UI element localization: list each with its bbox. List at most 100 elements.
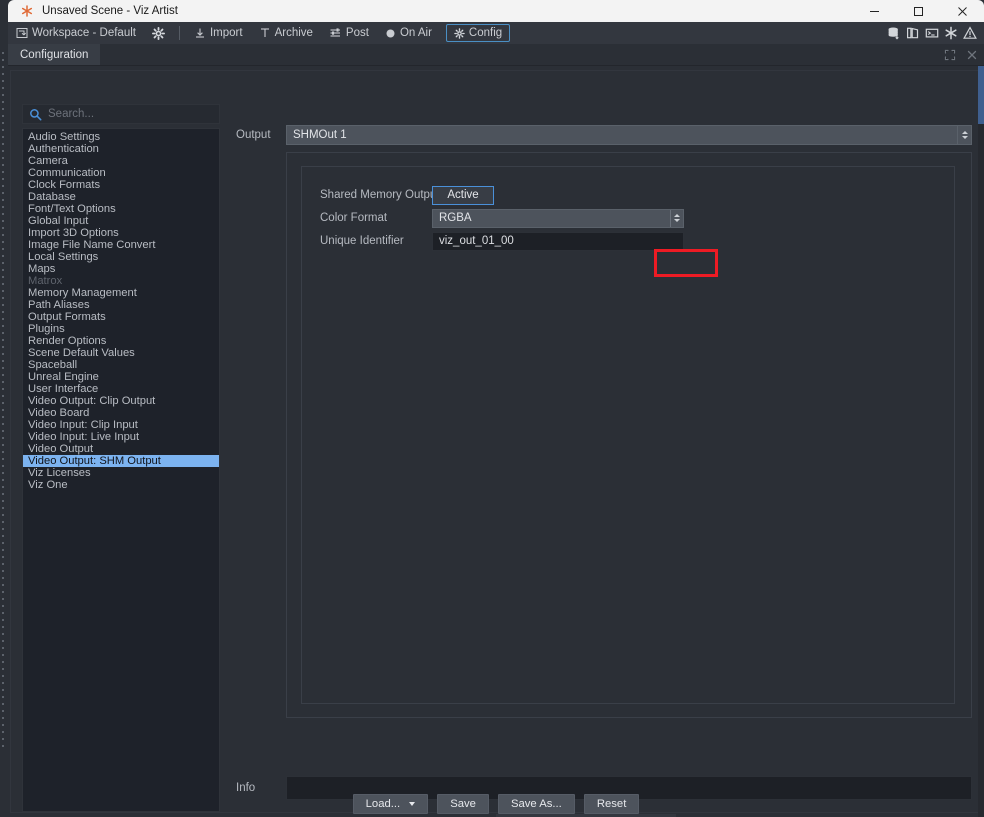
sidebar-item-unreal-engine[interactable]: Unreal Engine <box>23 371 219 383</box>
close-icon[interactable] <box>940 0 984 22</box>
sidebar-item-label: Database <box>28 191 76 203</box>
output-selector-row: Output SHMOut 1 <box>236 124 972 146</box>
search-input[interactable]: Search... <box>22 104 220 124</box>
expand-icon[interactable] <box>942 47 958 63</box>
reset-button[interactable]: Reset <box>584 794 640 814</box>
archive-button[interactable]: Archive <box>251 22 321 44</box>
sidebar-item-label: Unreal Engine <box>28 371 99 383</box>
config-label: Config <box>469 27 502 39</box>
sidebar-item-video-output-clip-output[interactable]: Video Output: Clip Output <box>23 395 219 407</box>
sidebar-item-database[interactable]: Database <box>23 191 219 203</box>
sidebar-item-clock-formats[interactable]: Clock Formats <box>23 179 219 191</box>
sidebar-item-label: Matrox <box>28 275 62 287</box>
sidebar-item-label: Viz One <box>28 479 68 491</box>
sidebar-item-local-settings[interactable]: Local Settings <box>23 251 219 263</box>
color-format-row: Color Format RGBA <box>320 208 684 228</box>
shared-memory-output-row: Shared Memory Output Active <box>320 185 494 205</box>
database-icon[interactable] <box>885 23 902 43</box>
button-label: Save As... <box>511 798 562 810</box>
chevron-down-icon <box>409 802 415 806</box>
sidebar-item-font-text-options[interactable]: Font/Text Options <box>23 203 219 215</box>
color-format-spinner[interactable] <box>670 210 683 227</box>
sidebar-item-video-input-clip-input[interactable]: Video Input: Clip Input <box>23 419 219 431</box>
sidebar-item-camera[interactable]: Camera <box>23 155 219 167</box>
shared-memory-output-label: Shared Memory Output <box>320 189 432 201</box>
sidebar-item-import-3d-options[interactable]: Import 3D Options <box>23 227 219 239</box>
save-button[interactable]: Save <box>437 794 489 814</box>
sidebar-item-label: Video Input: Clip Input <box>28 419 138 431</box>
configuration-body: Search... Audio SettingsAuthenticationCa… <box>8 66 984 817</box>
sidebar-item-matrox[interactable]: Matrox <box>23 275 219 287</box>
chevron-up-icon <box>962 131 968 134</box>
import-button[interactable]: Import <box>186 22 251 44</box>
workspace-settings-button[interactable] <box>144 22 173 44</box>
sidebar-item-label: Spaceball <box>28 359 77 371</box>
scrollbar-thumb[interactable] <box>978 66 984 124</box>
sidebar-item-scene-default-values[interactable]: Scene Default Values <box>23 347 219 359</box>
sidebar-item-video-output-shm-output[interactable]: Video Output: SHM Output <box>23 455 219 467</box>
drag-handle-dots <box>2 52 4 752</box>
sidebar-item-global-input[interactable]: Global Input <box>23 215 219 227</box>
left-drag-rail[interactable] <box>0 22 8 817</box>
tab-configuration[interactable]: Configuration <box>8 44 100 66</box>
load-button[interactable]: Load... <box>353 794 429 814</box>
sidebar-item-authentication[interactable]: Authentication <box>23 143 219 155</box>
sidebar-item-viz-licenses[interactable]: Viz Licenses <box>23 467 219 479</box>
config-button[interactable]: Config <box>446 24 510 42</box>
console-icon[interactable] <box>923 23 940 43</box>
unique-identifier-input[interactable]: viz_out_01_00 <box>432 232 684 251</box>
sidebar-item-label: Render Options <box>28 335 106 347</box>
archive-label: Archive <box>275 27 313 39</box>
sidebar-item-user-interface[interactable]: User Interface <box>23 383 219 395</box>
unique-identifier-label: Unique Identifier <box>320 235 432 247</box>
post-icon <box>329 27 342 39</box>
sidebar-item-label: Video Output: Clip Output <box>28 395 155 407</box>
minimize-icon[interactable] <box>852 0 896 22</box>
chevron-down-icon <box>674 219 680 222</box>
sidebar-item-plugins[interactable]: Plugins <box>23 323 219 335</box>
library-icon[interactable] <box>904 23 921 43</box>
shared-memory-output-toggle[interactable]: Active <box>432 186 494 205</box>
sidebar-item-communication[interactable]: Communication <box>23 167 219 179</box>
on-air-button[interactable]: On Air <box>377 22 440 44</box>
sidebar-item-label: Maps <box>28 263 55 275</box>
app-area: Workspace - Default <box>8 22 984 817</box>
sidebar-item-viz-one[interactable]: Viz One <box>23 479 219 491</box>
config-section-list[interactable]: Audio SettingsAuthenticationCameraCommun… <box>22 128 220 812</box>
sidebar-item-memory-management[interactable]: Memory Management <box>23 287 219 299</box>
output-value: SHMOut 1 <box>287 129 347 141</box>
save-as-button[interactable]: Save As... <box>498 794 575 814</box>
sidebar-item-output-formats[interactable]: Output Formats <box>23 311 219 323</box>
sidebar-item-maps[interactable]: Maps <box>23 263 219 275</box>
sidebar-item-path-aliases[interactable]: Path Aliases <box>23 299 219 311</box>
sidebar-item-label: Video Board <box>28 407 89 419</box>
workspace-menu[interactable]: Workspace - Default <box>8 22 144 44</box>
sidebar-item-video-board[interactable]: Video Board <box>23 407 219 419</box>
sidebar-item-label: Output Formats <box>28 311 106 323</box>
warning-triangle-icon[interactable] <box>961 23 978 43</box>
gear-icon <box>152 27 165 40</box>
sidebar-item-spaceball[interactable]: Spaceball <box>23 359 219 371</box>
sidebar-item-video-input-live-input[interactable]: Video Input: Live Input <box>23 431 219 443</box>
sidebar-item-image-file-name-convert[interactable]: Image File Name Convert <box>23 239 219 251</box>
close-icon[interactable] <box>964 47 980 63</box>
sidebar-item-label: Camera <box>28 155 68 167</box>
tab-strip: Configuration <box>8 44 984 66</box>
output-combobox[interactable]: SHMOut 1 <box>286 125 972 145</box>
post-button[interactable]: Post <box>321 22 377 44</box>
sidebar-item-label: Authentication <box>28 143 99 155</box>
sidebar-item-label: Local Settings <box>28 251 98 263</box>
sidebar-item-video-output[interactable]: Video Output <box>23 443 219 455</box>
sidebar-item-label: Font/Text Options <box>28 203 116 215</box>
sidebar-item-render-options[interactable]: Render Options <box>23 335 219 347</box>
vertical-scrollbar[interactable] <box>978 66 984 817</box>
output-spinner[interactable] <box>957 126 971 144</box>
sidebar-item-audio-settings[interactable]: Audio Settings <box>23 131 219 143</box>
color-format-combobox[interactable]: RGBA <box>432 209 684 228</box>
sidebar-item-label: Communication <box>28 167 106 179</box>
main-toolbar: Workspace - Default <box>8 22 984 44</box>
sidebar-item-label: User Interface <box>28 383 98 395</box>
snowflake-icon[interactable] <box>942 23 959 43</box>
maximize-icon[interactable] <box>896 0 940 22</box>
footer-button-bar: Load... Save Save As... Reset <box>8 789 984 817</box>
